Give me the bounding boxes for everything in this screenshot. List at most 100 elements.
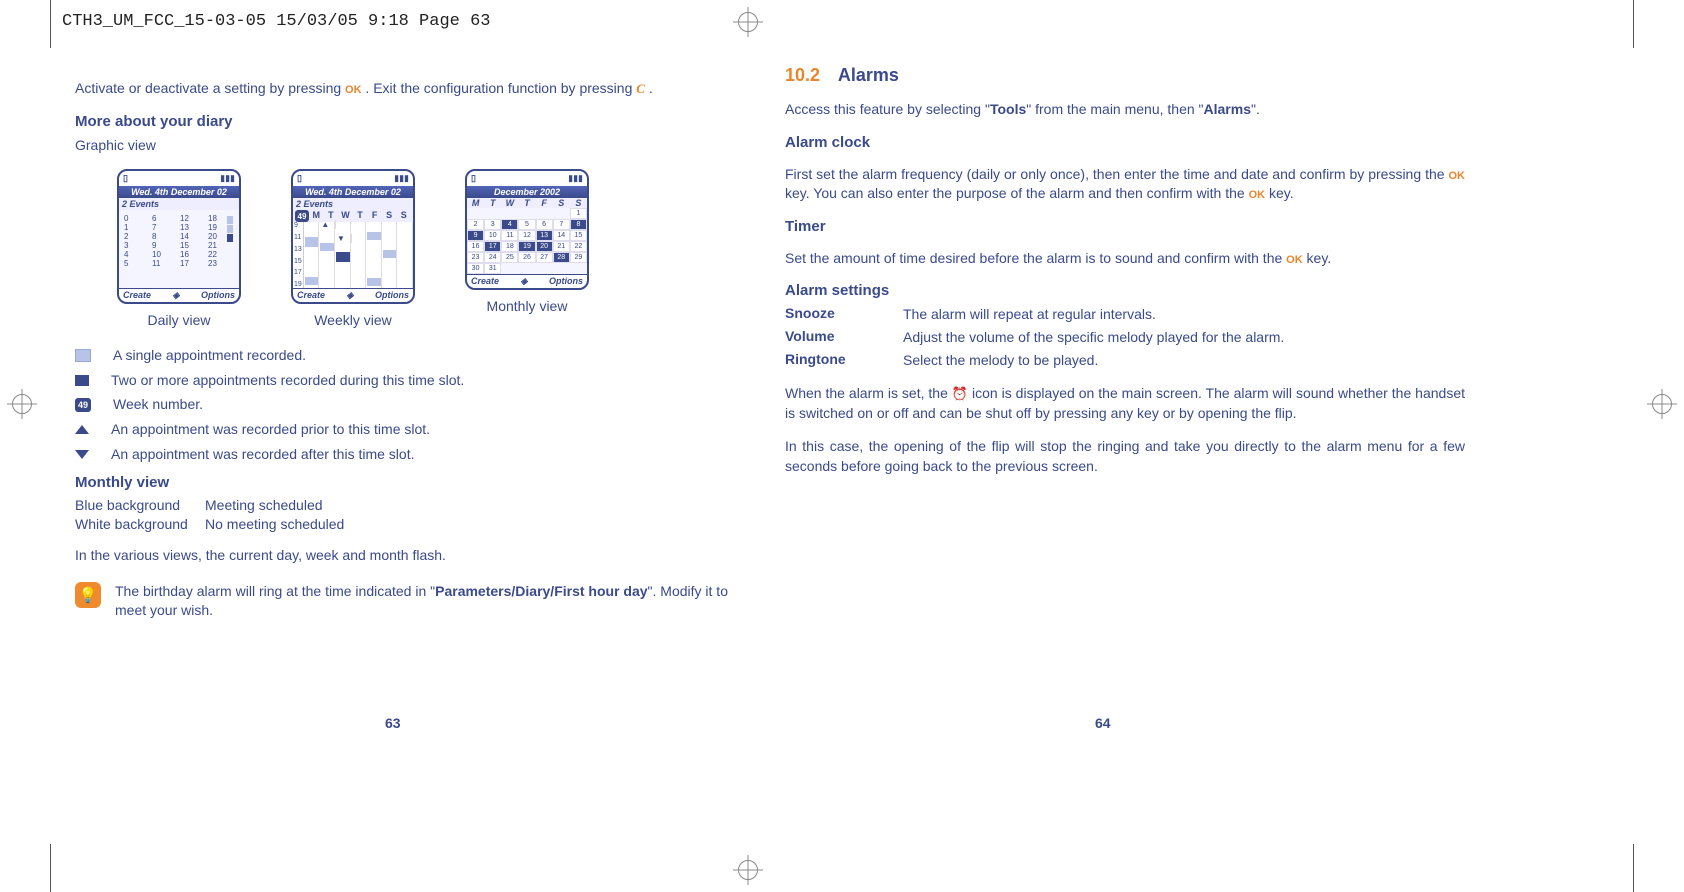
weekly-header: 49 MTWTFSS (293, 210, 413, 222)
week-number-badge: 49 (295, 210, 309, 222)
tip-text: The birthday alarm will ring at the time… (115, 582, 755, 621)
arrow-up-icon (75, 425, 89, 434)
kv-val: Meeting scheduled (205, 497, 323, 513)
monthly-caption: Monthly view (487, 298, 568, 314)
text: Set the amount of time desired before th… (785, 250, 1286, 266)
softkey-options: Options (375, 290, 409, 301)
flip-text: In this case, the opening of the flip wi… (785, 437, 1465, 476)
section-monthly-view: Monthly view (75, 474, 755, 491)
alarm-bell-icon: ⏰ (952, 386, 968, 401)
softkey-create: Create (471, 276, 499, 287)
softkey-options: Options (201, 290, 235, 301)
daily-title: Wed. 4th December 02 (119, 186, 239, 198)
text-bold: Parameters/Diary/First hour day (435, 583, 647, 599)
kv-key: White background (75, 516, 205, 532)
settings-table: SnoozeThe alarm will repeat at regular i… (785, 305, 1465, 370)
monthly-view-col: ▮▮▮ December 2002 MTWTFSS 1 2345678 9101… (465, 169, 589, 328)
battery-icon (123, 173, 128, 184)
page-number: 64 (1095, 715, 1111, 731)
text: Activate or deactivate a setting by pres… (75, 80, 345, 96)
arrow-down-icon (75, 450, 89, 459)
daily-grid: 061218 171319 281420 391521 4101622 5111… (119, 210, 239, 272)
kv-key: Blue background (75, 497, 205, 513)
pdf-header: CTH3_UM_FCC_15-03-05 15/03/05 9:18 Page … (62, 12, 490, 31)
ok-key-icon: OK (1249, 189, 1266, 201)
legend-text: An appointment was recorded prior to thi… (111, 420, 430, 440)
text: key. You can also enter the purpose of t… (785, 185, 1249, 201)
text: ". (1251, 101, 1260, 117)
legend: A single appointment recorded. Two or mo… (75, 346, 755, 464)
chapter-number: 10.2 (785, 65, 820, 85)
access-text: Access this feature by selecting "Tools"… (785, 100, 1465, 120)
softkey-options: Options (549, 276, 583, 287)
text: key. (1265, 185, 1294, 201)
ok-key-icon: OK (1449, 170, 1466, 182)
signal-icon: ▮▮▮ (568, 173, 583, 184)
registration-mark-icon (12, 394, 32, 414)
setting-key: Snooze (785, 305, 903, 325)
setting-val: Select the melody to be played. (903, 351, 1098, 371)
signal-icon: ▮▮▮ (394, 173, 409, 184)
tip-row: 💡 The birthday alarm will ring at the ti… (75, 582, 755, 621)
text: Access this feature by selecting " (785, 101, 990, 117)
daily-view-col: ▮▮▮ Wed. 4th December 02 2 Events 061218… (117, 169, 241, 328)
timer-text: Set the amount of time desired before th… (785, 249, 1465, 269)
weekly-view-col: ▮▮▮ Wed. 4th December 02 2 Events 49 MTW… (291, 169, 415, 328)
week-number-icon: 49 (75, 398, 91, 412)
crop-mark (50, 844, 51, 892)
section-alarm-settings: Alarm settings (785, 282, 1465, 299)
text: . (645, 80, 653, 96)
single-appt-icon (75, 349, 91, 362)
signal-icon: ▮▮▮ (220, 173, 235, 184)
weekly-caption: Weekly view (314, 312, 392, 328)
nav-icon: ◈ (521, 276, 528, 287)
legend-text: Two or more appointments recorded during… (111, 371, 464, 391)
monthly-title: December 2002 (467, 186, 587, 198)
softkey-create: Create (297, 290, 325, 301)
flash-note: In the various views, the current day, w… (75, 546, 755, 566)
text: " from the main menu, then " (1026, 101, 1203, 117)
page-63: Activate or deactivate a setting by pres… (75, 65, 755, 621)
text: key. (1303, 250, 1332, 266)
section-timer: Timer (785, 218, 1465, 235)
setting-key: Volume (785, 328, 903, 348)
monthly-view-mock: ▮▮▮ December 2002 MTWTFSS 1 2345678 9101… (465, 169, 589, 290)
softkey-create: Create (123, 290, 151, 301)
text: First set the alarm frequency (daily or … (785, 166, 1449, 182)
multi-appt-icon (75, 375, 89, 386)
registration-mark-icon (738, 860, 758, 880)
crop-mark (1633, 844, 1634, 892)
alarm-clock-text: First set the alarm frequency (daily or … (785, 165, 1465, 204)
intro-text: Activate or deactivate a setting by pres… (75, 79, 755, 99)
daily-view-mock: ▮▮▮ Wed. 4th December 02 2 Events 061218… (117, 169, 241, 304)
alarm-set-text: When the alarm is set, the ⏰ icon is dis… (785, 384, 1465, 423)
daily-sub: 2 Events (119, 198, 239, 210)
chapter-heading: 10.2 Alarms (785, 65, 1465, 86)
weekly-view-mock: ▮▮▮ Wed. 4th December 02 2 Events 49 MTW… (291, 169, 415, 304)
nav-icon: ◈ (173, 290, 180, 301)
section-more-diary: More about your diary (75, 113, 755, 130)
daily-caption: Daily view (147, 312, 210, 328)
setting-key: Ringtone (785, 351, 903, 371)
graphic-view-label: Graphic view (75, 136, 755, 156)
views-row: ▮▮▮ Wed. 4th December 02 2 Events 061218… (117, 169, 755, 328)
tip-icon: 💡 (75, 582, 101, 608)
legend-text: Week number. (113, 395, 203, 415)
legend-text: A single appointment recorded. (113, 346, 306, 366)
weekly-body: 91113151719 ▲ ▼ (293, 222, 413, 288)
text-bold: Tools (990, 101, 1026, 117)
page-number: 63 (385, 715, 401, 731)
crop-mark (50, 0, 51, 48)
text: . Exit the configuration function by pre… (362, 80, 637, 96)
weekly-title: Wed. 4th December 02 (293, 186, 413, 198)
legend-text: An appointment was recorded after this t… (111, 445, 414, 465)
nav-icon: ◈ (347, 290, 354, 301)
text: The birthday alarm will ring at the time… (115, 583, 435, 599)
setting-val: The alarm will repeat at regular interva… (903, 305, 1156, 325)
text: When the alarm is set, the (785, 385, 952, 401)
kv-val: No meeting scheduled (205, 516, 344, 532)
monthly-kv: Blue backgroundMeeting scheduled White b… (75, 497, 755, 532)
c-key-icon: C (636, 81, 645, 96)
crop-mark (1633, 0, 1634, 48)
month-header: MTWTFSS (467, 198, 587, 208)
